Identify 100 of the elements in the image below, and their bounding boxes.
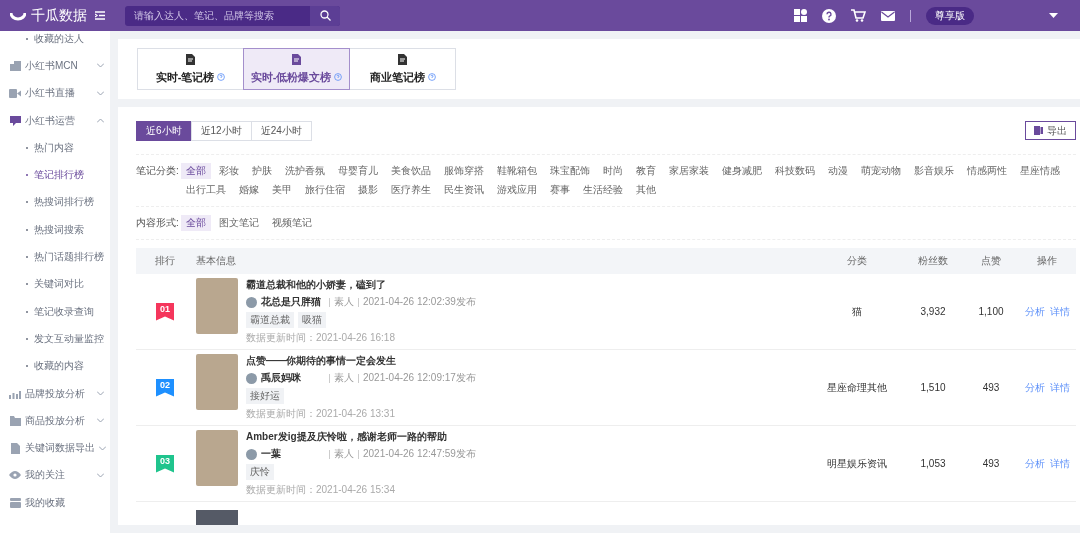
sidebar-subitem[interactable]: 热搜词排行榜 bbox=[0, 188, 110, 217]
sidebar-subitem[interactable]: 笔记排行榜 bbox=[0, 161, 110, 189]
chevron-icon[interactable] bbox=[99, 445, 106, 451]
author-type: 素人 bbox=[334, 371, 354, 385]
cart-icon[interactable] bbox=[851, 9, 866, 22]
filter-option[interactable]: 图文笔记 bbox=[213, 215, 264, 231]
report-tab[interactable]: 商业笔记榜 bbox=[349, 48, 456, 90]
sidebar-subitem[interactable]: 热门内容 bbox=[0, 134, 110, 162]
filter-option[interactable]: 护肤 bbox=[246, 163, 277, 179]
menu-icon[interactable] bbox=[95, 11, 105, 20]
time-range-tab[interactable]: 近12小时 bbox=[190, 121, 252, 141]
filter-option[interactable]: 教育 bbox=[630, 163, 661, 179]
sidebar-group[interactable]: 关键词数据导出 bbox=[0, 434, 110, 462]
filter-option[interactable]: 时尚 bbox=[597, 163, 628, 179]
dropdown-caret-icon[interactable] bbox=[1049, 13, 1058, 18]
sidebar-subitem[interactable]: 热搜词搜索 bbox=[0, 216, 110, 244]
action-link[interactable]: 详情 bbox=[1049, 304, 1070, 319]
sidebar-group[interactable]: 品牌投放分析 bbox=[0, 379, 110, 408]
filter-option[interactable]: 服饰穿搭 bbox=[438, 163, 489, 179]
sidebar-group[interactable]: 小红书运营 bbox=[0, 106, 110, 135]
filter-option[interactable]: 婚嫁 bbox=[233, 182, 264, 198]
filter-option[interactable]: 星座情感 bbox=[1014, 163, 1065, 179]
rank-badge: 03 bbox=[156, 454, 174, 473]
sidebar-group[interactable]: 小红书MCN bbox=[0, 52, 110, 80]
search-button[interactable] bbox=[310, 5, 340, 26]
sidebar-subitem[interactable]: 热门话题排行榜 bbox=[0, 243, 110, 271]
action-link[interactable]: 详情 bbox=[1049, 456, 1070, 471]
filter-option[interactable]: 影音娱乐 bbox=[908, 163, 959, 179]
rank-badge: 02 bbox=[156, 378, 174, 397]
sidebar-subitem[interactable]: 发文互动量监控 bbox=[0, 325, 110, 353]
sidebar-subitem[interactable]: 关键词对比 bbox=[0, 270, 110, 298]
author-name[interactable]: 禹辰妈咪 bbox=[261, 371, 325, 385]
action-link[interactable]: 分析 bbox=[1024, 304, 1045, 319]
filter-option[interactable]: 母婴育儿 bbox=[332, 163, 383, 179]
sidebar-item[interactable]: 我的收藏 bbox=[0, 489, 110, 517]
author-name[interactable]: 一葉 bbox=[261, 447, 325, 461]
chevron-icon[interactable] bbox=[97, 391, 104, 396]
filter-option[interactable]: 全部 bbox=[180, 163, 211, 179]
filter-option[interactable]: 萌宠动物 bbox=[855, 163, 906, 179]
filter-option[interactable]: 生活经验 bbox=[577, 182, 628, 198]
export-button[interactable]: 导出 bbox=[1025, 121, 1076, 140]
column-header: 分类 bbox=[846, 254, 868, 268]
document-icon bbox=[292, 53, 301, 65]
filter-option[interactable]: 美甲 bbox=[266, 182, 297, 198]
chevron-icon[interactable] bbox=[97, 472, 104, 478]
avatar bbox=[246, 448, 257, 460]
tag: 霸道总裁 bbox=[246, 312, 294, 328]
filter-option[interactable]: 家居家装 bbox=[663, 163, 714, 179]
filter-option[interactable]: 视频笔记 bbox=[266, 215, 317, 231]
filter-option[interactable]: 旅行住宿 bbox=[299, 182, 350, 198]
filter-option[interactable]: 摄影 bbox=[352, 182, 383, 198]
action-link[interactable]: 分析 bbox=[1024, 456, 1045, 471]
filter-option[interactable]: 医疗养生 bbox=[385, 182, 436, 198]
time-range-tab[interactable]: 近24小时 bbox=[250, 121, 312, 141]
help-icon[interactable] bbox=[822, 8, 836, 23]
filter-option[interactable]: 民生资讯 bbox=[438, 182, 489, 198]
eye-icon bbox=[9, 471, 21, 480]
table-cell-text: 明星娱乐资讯 bbox=[826, 456, 888, 471]
chevron-icon[interactable] bbox=[97, 90, 104, 96]
filter-option[interactable]: 游戏应用 bbox=[491, 182, 542, 198]
sidebar-subitem[interactable]: 收藏的达人 bbox=[0, 31, 110, 53]
chevron-icon[interactable] bbox=[97, 63, 104, 69]
table-cell-text: 1,510 bbox=[919, 382, 947, 393]
search-field[interactable]: 请输入达人、笔记、品牌等搜索 bbox=[125, 5, 340, 26]
filter-option[interactable]: 鞋靴箱包 bbox=[491, 163, 542, 179]
action-link[interactable]: 详情 bbox=[1049, 380, 1070, 395]
filter-option[interactable]: 赛事 bbox=[544, 182, 575, 198]
filter-label: 笔记分类: bbox=[136, 164, 179, 178]
filter-option[interactable]: 美食饮品 bbox=[385, 163, 436, 179]
photo-placeholder bbox=[196, 510, 238, 525]
column-header: 基本信息 bbox=[195, 254, 237, 268]
photo-placeholder bbox=[196, 354, 238, 410]
apps-grid-icon[interactable] bbox=[794, 9, 807, 22]
time-range-tab[interactable]: 近6小时 bbox=[136, 121, 192, 141]
filter-option[interactable]: 洗护香氛 bbox=[279, 163, 330, 179]
sidebar-subitem[interactable]: 收藏的内容 bbox=[0, 352, 110, 380]
report-tab[interactable]: 实时-低粉爆文榜 bbox=[243, 48, 350, 90]
filter-option[interactable]: 出行工具 bbox=[180, 182, 231, 198]
sidebar-group[interactable]: 商品投放分析 bbox=[0, 407, 110, 435]
filter-option[interactable]: 其他 bbox=[630, 182, 661, 198]
filter-option[interactable]: 情感两性 bbox=[961, 163, 1012, 179]
filter-option[interactable]: 科技数码 bbox=[769, 163, 820, 179]
chevron-icon[interactable] bbox=[97, 118, 104, 124]
chevron-icon[interactable] bbox=[97, 418, 104, 424]
filter-option[interactable]: 珠宝配饰 bbox=[544, 163, 595, 179]
filter-option[interactable]: 全部 bbox=[180, 215, 211, 231]
filter-option[interactable]: 动漫 bbox=[822, 163, 853, 179]
filter-option[interactable]: 健身减肥 bbox=[716, 163, 767, 179]
sidebar-subitem[interactable]: 笔记收录查询 bbox=[0, 297, 110, 326]
note-title[interactable]: 霸道总裁和他的小娇妻，磕到了 bbox=[246, 278, 476, 292]
author-name[interactable]: 花总是只胖猫 bbox=[261, 295, 325, 309]
mail-icon[interactable] bbox=[881, 10, 895, 21]
note-title[interactable]: 点赞——你期待的事情一定会发生 bbox=[246, 354, 476, 368]
note-title[interactable]: Amber发ig提及庆怜啦，感谢老师一路的帮助 bbox=[246, 430, 476, 444]
filter-option[interactable]: 彩妆 bbox=[213, 163, 244, 179]
sidebar-group[interactable]: 我的关注 bbox=[0, 461, 110, 490]
action-link[interactable]: 分析 bbox=[1024, 380, 1045, 395]
sidebar-group[interactable]: 小红书直播 bbox=[0, 79, 110, 107]
publish-time: 2021-04-26 12:47:59发布 bbox=[363, 447, 476, 461]
table-cell-text: 星座命理其他 bbox=[826, 380, 888, 395]
